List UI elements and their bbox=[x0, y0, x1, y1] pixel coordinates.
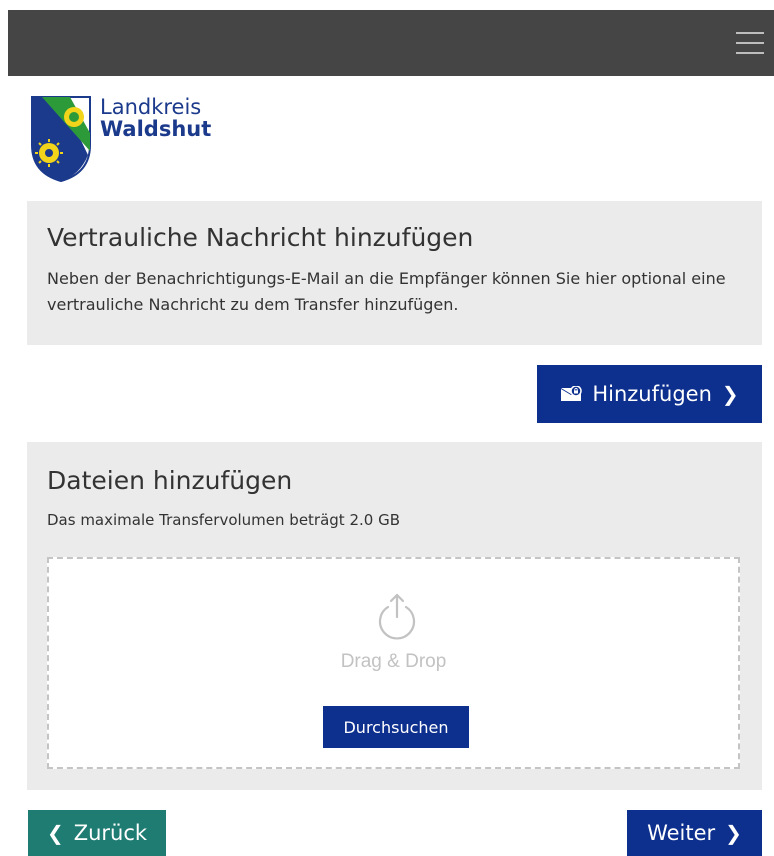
drag-drop-text: Drag & Drop bbox=[340, 651, 447, 672]
menu-line bbox=[736, 32, 764, 34]
menu-line bbox=[736, 52, 764, 54]
chevron-left-icon: ❮ bbox=[46, 821, 64, 845]
back-button[interactable]: ❮ Zurück bbox=[28, 810, 166, 856]
upload-icon bbox=[378, 593, 416, 640]
chevron-right-icon: ❯ bbox=[721, 382, 739, 406]
message-section-title: Vertrauliche Nachricht hinzufügen bbox=[47, 223, 474, 252]
logo-wordmark: Landkreis Waldshut bbox=[100, 97, 211, 140]
add-files-panel: Dateien hinzufügen Das maximale Transfer… bbox=[27, 442, 762, 790]
menu-line bbox=[736, 42, 764, 44]
logo-line-landkreis: Landkreis bbox=[100, 95, 202, 119]
back-button-label: Zurück bbox=[73, 821, 148, 845]
next-button[interactable]: Weiter ❯ bbox=[627, 810, 762, 856]
logo-line-waldshut: Waldshut bbox=[100, 117, 212, 141]
add-message-button-label: Hinzufügen bbox=[592, 382, 712, 406]
add-message-button[interactable]: Hinzufügen ❯ bbox=[537, 365, 762, 423]
browse-button[interactable]: Durchsuchen bbox=[323, 706, 469, 748]
message-section-description: Neben der Benachrichtigungs-E-Mail an di… bbox=[47, 269, 726, 314]
file-drop-zone[interactable]: Drag & Drop Durchsuchen bbox=[47, 557, 740, 769]
files-section-title: Dateien hinzufügen bbox=[47, 466, 293, 495]
files-section-description: Das maximale Transfervolumen beträgt 2.0… bbox=[47, 511, 400, 529]
secure-envelope-icon bbox=[561, 386, 583, 401]
landkreis-logo[interactable]: Landkreis Waldshut bbox=[30, 95, 270, 185]
confidential-message-panel: Vertrauliche Nachricht hinzufügen Neben … bbox=[27, 201, 762, 345]
page: Landkreis Waldshut Vertrauliche Nachrich… bbox=[0, 0, 774, 856]
coat-of-arms-icon bbox=[31, 96, 91, 183]
top-navigation-bar bbox=[8, 10, 774, 76]
next-button-label: Weiter bbox=[647, 821, 716, 845]
hamburger-menu-icon[interactable] bbox=[736, 30, 764, 56]
chevron-right-icon: ❯ bbox=[725, 821, 742, 845]
